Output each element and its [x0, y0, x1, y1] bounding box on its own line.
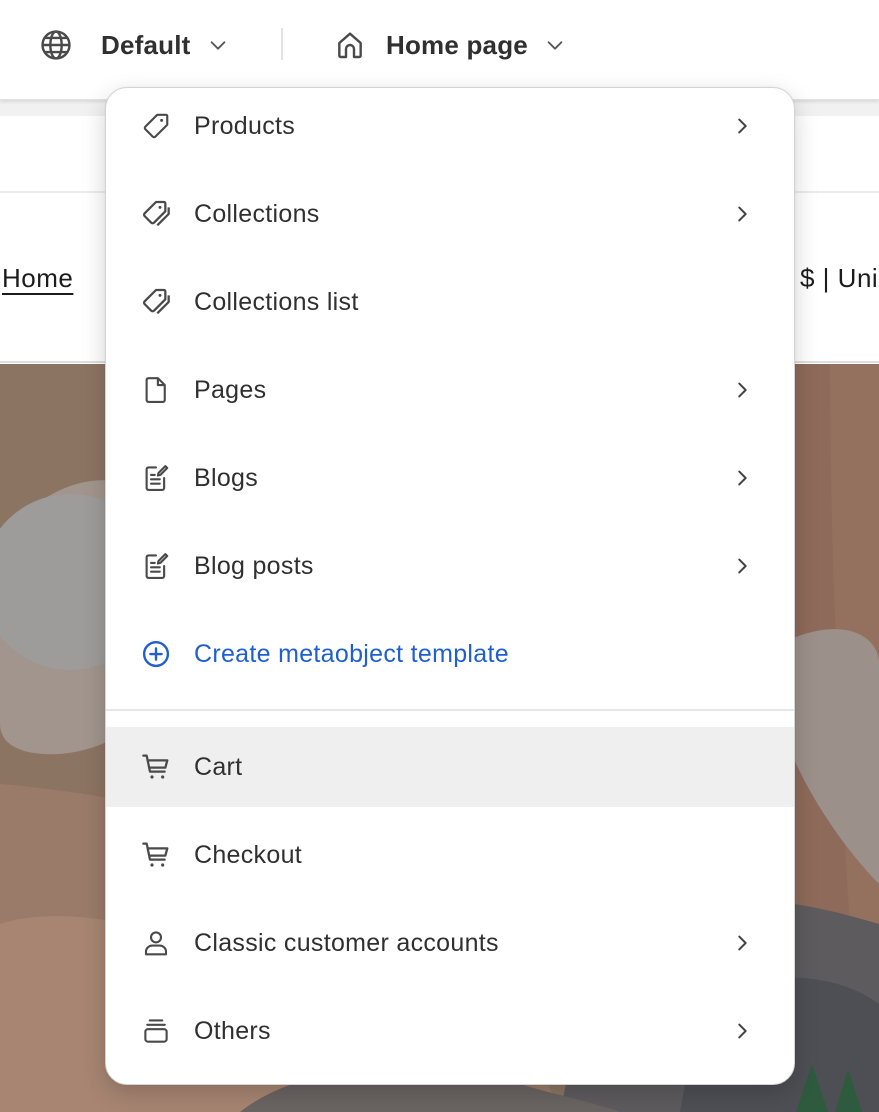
chevron-right-icon [728, 929, 756, 957]
menu-item-blogs[interactable]: Blogs [106, 438, 794, 518]
theme-selector[interactable]: Default [38, 22, 231, 68]
tags-icon [138, 284, 174, 320]
menu-item-label: Classic customer accounts [194, 928, 499, 957]
chevron-down-icon [542, 32, 568, 58]
template-label: Home page [386, 29, 528, 60]
menu-item-label: Create metaobject template [194, 639, 509, 668]
chevron-right-icon [728, 464, 756, 492]
chevron-right-icon [728, 200, 756, 228]
currency-selector[interactable]: $ | Uni [800, 263, 878, 294]
cart-icon [138, 749, 174, 785]
blog-icon [138, 460, 174, 496]
menu-item-blog-posts[interactable]: Blog posts [106, 526, 794, 606]
person-icon [138, 925, 174, 961]
menu-item-others[interactable]: Others [106, 991, 794, 1071]
menu-item-classic-customer-accounts[interactable]: Classic customer accounts [106, 903, 794, 983]
menu-item-cart[interactable]: Cart [106, 727, 794, 807]
menu-item-label: Blog posts [194, 551, 314, 580]
create-metaobject-template-link[interactable]: Create metaobject template [106, 614, 794, 694]
menu-item-label: Collections list [194, 287, 359, 316]
home-icon [332, 27, 368, 63]
menu-item-label: Pages [194, 375, 267, 404]
page-icon [138, 372, 174, 408]
menu-item-collections[interactable]: Collections [106, 174, 794, 254]
menu-item-checkout[interactable]: Checkout [106, 815, 794, 895]
globe-icon [38, 27, 74, 63]
chevron-right-icon [728, 376, 756, 404]
menu-item-label: Cart [194, 752, 243, 781]
cart-icon [138, 837, 174, 873]
blog-icon [138, 548, 174, 584]
menu-item-products[interactable]: Products [106, 88, 794, 166]
tags-icon [138, 196, 174, 232]
chevron-right-icon [728, 112, 756, 140]
nav-link-home[interactable]: Home [2, 263, 73, 294]
stack-icon [138, 1013, 174, 1049]
menu-item-collections-list[interactable]: Collections list [106, 262, 794, 342]
menu-item-label: Collections [194, 199, 320, 228]
chevron-right-icon [728, 552, 756, 580]
plus-circle-icon [138, 636, 174, 672]
theme-label: Default [101, 29, 191, 60]
toolbar-divider [281, 28, 283, 60]
menu-item-pages[interactable]: Pages [106, 350, 794, 430]
menu-item-label: Others [194, 1016, 271, 1045]
template-selector[interactable]: Home page [332, 22, 568, 68]
menu-divider [106, 709, 794, 711]
chevron-down-icon [205, 32, 231, 58]
template-dropdown-menu: Products Collections Collections list Pa… [105, 87, 795, 1085]
chevron-right-icon [728, 1017, 756, 1045]
tag-icon [138, 108, 174, 144]
menu-item-label: Products [194, 111, 296, 140]
menu-item-label: Blogs [194, 463, 259, 492]
menu-item-label: Checkout [194, 840, 303, 869]
editor-toolbar: Default Home page [0, 0, 879, 100]
